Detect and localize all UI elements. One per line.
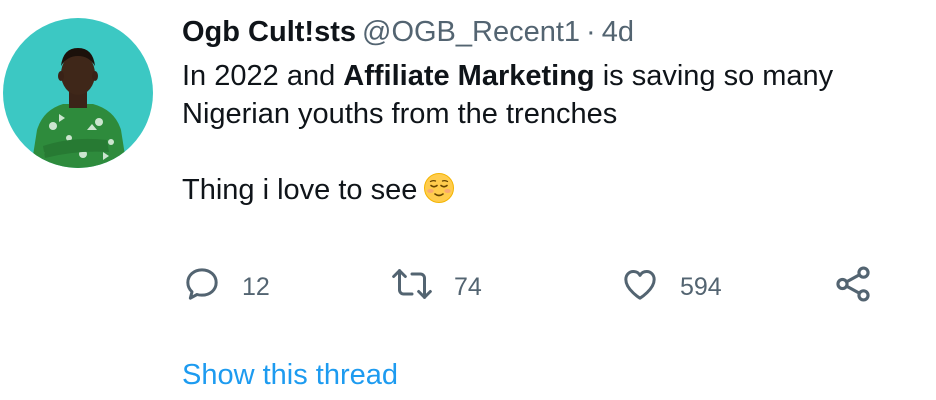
tweet-text-segment: Thing i love to see	[182, 174, 418, 206]
tweet-header: Ogb Cult!sts @OGB_Recent1 · 4d	[182, 12, 634, 52]
retweet-count: 74	[454, 272, 482, 301]
tweet-text: In 2022 and Affiliate Marketing is savin…	[182, 57, 932, 214]
tweet-text-segment: In 2022 and	[182, 60, 344, 92]
tweet-text-line-2: Nigerian youths from the trenches	[182, 98, 618, 130]
like-button[interactable]: 594	[620, 262, 722, 312]
retweet-button[interactable]: 74	[390, 262, 482, 312]
share-icon	[832, 263, 874, 312]
separator-dot: ·	[586, 16, 596, 48]
heart-icon	[620, 264, 660, 311]
like-count: 594	[680, 272, 722, 301]
reply-count: 12	[242, 272, 270, 301]
share-button[interactable]	[832, 262, 874, 312]
tweet-text-line-3: Thing i love to see	[182, 171, 932, 214]
tweet-text-segment: is saving so many	[594, 60, 834, 92]
show-thread-link[interactable]: Show this thread	[182, 355, 398, 395]
reply-icon	[182, 264, 222, 311]
relieved-face-emoji	[423, 172, 455, 214]
tweet-actions: 12 74 594	[182, 262, 902, 312]
display-name[interactable]: Ogb Cult!sts	[182, 16, 356, 48]
reply-button[interactable]: 12	[182, 262, 270, 312]
avatar[interactable]	[3, 18, 153, 168]
tweet-text-bold: Affiliate Marketing	[343, 60, 595, 92]
retweet-icon	[390, 264, 434, 311]
avatar-image	[3, 18, 153, 168]
user-handle[interactable]: @OGB_Recent1	[362, 16, 580, 48]
tweet-text-line-1: In 2022 and Affiliate Marketing is savin…	[182, 57, 932, 95]
tweet-card[interactable]: Ogb Cult!sts @OGB_Recent1 · 4d In 2022 and …	[0, 0, 936, 400]
tweet-timestamp[interactable]: 4d	[602, 16, 634, 48]
